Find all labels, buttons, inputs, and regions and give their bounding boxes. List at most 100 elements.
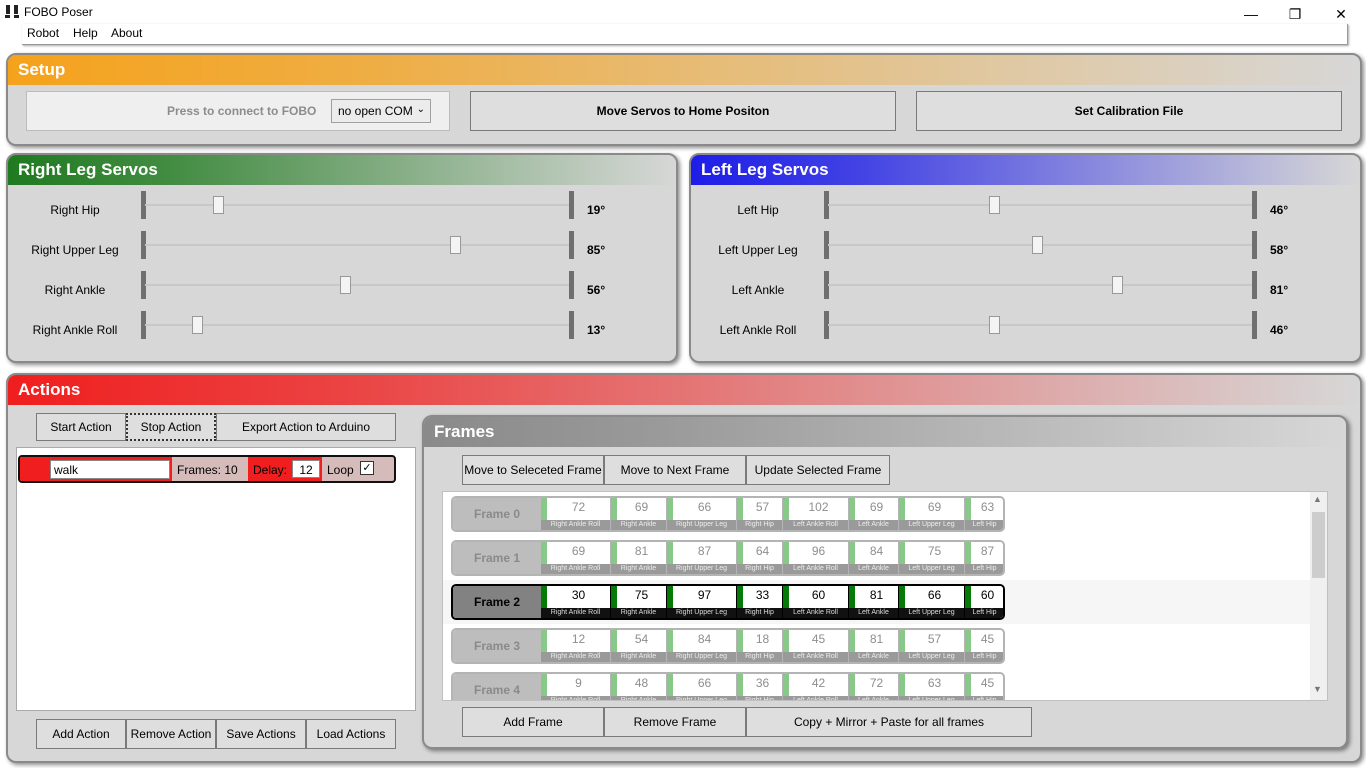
connect-box[interactable]: Press to connect to FOBO no open COM ⌄ [26,91,450,131]
frame-cell[interactable]: 72 Right Ankle Roll [541,498,611,530]
frame-cell-label: Right Upper Leg [667,652,736,662]
left-leg-slider-thumb[interactable] [989,316,1000,334]
frame-cell[interactable]: 63 Left Upper Leg [899,674,965,700]
frame-cell[interactable]: 81 Right Ankle [611,542,667,574]
scroll-thumb[interactable] [1312,512,1325,578]
move-to-selected-frame-button[interactable]: Move to Seleceted Frame [462,455,604,485]
frame-cell[interactable]: 33 Right Hip [737,586,783,618]
frame-cell[interactable]: 60 Left Hip [965,586,1003,618]
frame-cell[interactable]: 84 Left Ankle [849,542,899,574]
frame-cell[interactable]: 87 Left Hip [965,542,1003,574]
frame-cell[interactable]: 57 Right Hip [737,498,783,530]
left-leg-servo-value: 81° [1270,283,1289,297]
menu-help[interactable]: Help [73,26,98,40]
menu-about[interactable]: About [111,26,142,40]
frame-cell[interactable]: 69 Right Ankle [611,498,667,530]
frame-cell[interactable]: 96 Left Ankle Roll [783,542,849,574]
left-leg-slider-thumb[interactable] [989,196,1000,214]
right-leg-slider-track[interactable] [145,284,569,286]
com-port-select[interactable]: no open COM ⌄ [331,99,431,123]
stop-action-button[interactable]: Stop Action [126,413,216,441]
frame-cell[interactable]: 81 Left Ankle [849,586,899,618]
frame-cell[interactable]: 9 Right Ankle Roll [541,674,611,700]
set-calibration-file-button[interactable]: Set Calibration File [916,91,1342,131]
frame-cell[interactable]: 87 Right Upper Leg [667,542,737,574]
frame-cell[interactable]: 75 Left Upper Leg [899,542,965,574]
frame-cell-label: Left Ankle [849,652,898,662]
left-leg-slider-thumb[interactable] [1032,236,1043,254]
frame-cell-value: 33 [755,588,770,602]
export-action-button[interactable]: Export Action to Arduino [216,413,396,441]
scroll-up-icon[interactable]: ▲ [1313,494,1322,504]
frame-label: Frame 2 [453,586,541,618]
right-leg-slider-thumb[interactable] [450,236,461,254]
frame-cell[interactable]: 63 Left Hip [965,498,1003,530]
right-leg-slider-track[interactable] [145,324,569,326]
load-actions-button[interactable]: Load Actions [306,719,396,749]
frame-cell[interactable]: 97 Right Upper Leg [667,586,737,618]
right-leg-servo-value: 56° [587,283,606,297]
frame-label: Frame 0 [453,498,541,530]
right-leg-slider-thumb[interactable] [213,196,224,214]
frame-cell[interactable]: 42 Left Ankle Roll [783,674,849,700]
delay-input[interactable]: 12 [292,460,320,478]
connect-label[interactable]: Press to connect to FOBO [167,104,316,118]
right-leg-slider-thumb[interactable] [340,276,351,294]
move-servos-home-button[interactable]: Move Servos to Home Positon [470,91,896,131]
loop-checkbox[interactable]: ✓ [360,461,374,475]
action-name-input[interactable]: walk [50,460,170,479]
frame-cell[interactable]: 36 Right Hip [737,674,783,700]
frame-cell[interactable]: 69 Left Ankle [849,498,899,530]
remove-frame-button[interactable]: Remove Frame [604,707,746,737]
frame-cell[interactable]: 75 Right Ankle [611,586,667,618]
frame-cell[interactable]: 102 Left Ankle Roll [783,498,849,530]
update-selected-frame-button[interactable]: Update Selected Frame [746,455,890,485]
scroll-down-icon[interactable]: ▼ [1313,684,1322,694]
frame-cell[interactable]: 48 Right Ankle [611,674,667,700]
save-actions-button[interactable]: Save Actions [216,719,306,749]
add-action-button[interactable]: Add Action [36,719,126,749]
frame-cell[interactable]: 72 Left Ankle [849,674,899,700]
frame-cell[interactable]: 18 Right Hip [737,630,783,662]
menu-robot[interactable]: Robot [27,26,59,40]
frame-cell-label: Left Ankle Roll [783,696,848,700]
left-leg-slider-track[interactable] [828,284,1252,286]
action-item-walk[interactable]: walk Frames: 10 Delay: 12 Loop ✓ [18,455,396,483]
left-leg-slider-track[interactable] [828,324,1252,326]
frame-cell[interactable]: 30 Right Ankle Roll [541,586,611,618]
frame-row[interactable]: Frame 2 30 Right Ankle Roll 75 Right Ank… [451,584,1005,620]
copy-mirror-paste-button[interactable]: Copy + Mirror + Paste for all frames [746,707,1032,737]
left-leg-slider-thumb[interactable] [1112,276,1123,294]
frame-cell[interactable]: 60 Left Ankle Roll [783,586,849,618]
frames-list[interactable]: Frame 0 72 Right Ankle Roll 69 Right Ank… [442,491,1328,701]
right-leg-slider-thumb[interactable] [192,316,203,334]
right-leg-slider-track[interactable] [145,244,569,246]
frame-row[interactable]: Frame 3 12 Right Ankle Roll 54 Right Ank… [451,628,1005,664]
frame-cell[interactable]: 64 Right Hip [737,542,783,574]
frame-cell-value: 30 [571,588,586,602]
frame-cell[interactable]: 54 Right Ankle [611,630,667,662]
add-frame-button[interactable]: Add Frame [462,707,604,737]
frame-row[interactable]: Frame 4 9 Right Ankle Roll 48 Right Ankl… [451,672,1005,700]
frame-cell[interactable]: 45 Left Ankle Roll [783,630,849,662]
frame-cell[interactable]: 69 Left Upper Leg [899,498,965,530]
remove-action-button[interactable]: Remove Action [126,719,216,749]
frame-cell[interactable]: 12 Right Ankle Roll [541,630,611,662]
start-action-button[interactable]: Start Action [36,413,126,441]
frame-cell[interactable]: 81 Left Ankle [849,630,899,662]
right-leg-slider-track[interactable] [145,204,569,206]
frame-cell[interactable]: 45 Left Hip [965,630,1003,662]
left-leg-slider-track[interactable] [828,204,1252,206]
frame-cell[interactable]: 66 Left Upper Leg [899,586,965,618]
frame-row[interactable]: Frame 0 72 Right Ankle Roll 69 Right Ank… [451,496,1005,532]
frame-cell[interactable]: 57 Left Upper Leg [899,630,965,662]
frames-scrollbar[interactable]: ▲ ▼ [1310,492,1327,700]
actions-list[interactable] [16,447,416,711]
frame-row[interactable]: Frame 1 69 Right Ankle Roll 81 Right Ank… [451,540,1005,576]
frame-cell[interactable]: 66 Right Upper Leg [667,498,737,530]
frame-cell[interactable]: 66 Right Upper Leg [667,674,737,700]
frame-cell[interactable]: 84 Right Upper Leg [667,630,737,662]
frame-cell[interactable]: 69 Right Ankle Roll [541,542,611,574]
frame-cell[interactable]: 45 Left Hip [965,674,1003,700]
move-to-next-frame-button[interactable]: Move to Next Frame [604,455,746,485]
